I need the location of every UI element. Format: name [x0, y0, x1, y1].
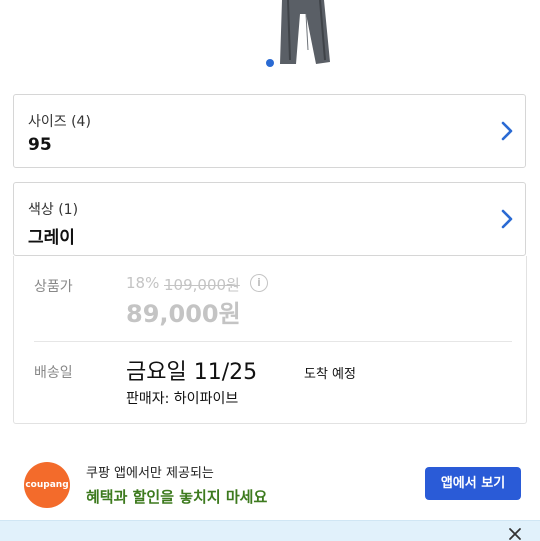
- color-option-label: 색상 (1): [28, 202, 79, 218]
- bottom-notice-bar: [0, 520, 540, 541]
- size-option-label: 사이즈 (4): [28, 114, 91, 130]
- delivery-label: 배송일: [34, 365, 73, 381]
- size-option-value: 95: [28, 135, 52, 155]
- coupang-logo-icon: coupang: [24, 462, 70, 508]
- product-image-area[interactable]: [0, 0, 540, 80]
- info-icon[interactable]: i: [250, 274, 268, 292]
- close-icon[interactable]: [508, 527, 522, 541]
- discount-rate: 18%: [126, 274, 160, 292]
- carousel-dot-active[interactable]: [266, 59, 274, 67]
- price-label: 상품가: [34, 279, 73, 295]
- pants-product-image: [280, 0, 330, 64]
- color-option-selector[interactable]: 색상 (1) 그레이: [13, 182, 526, 256]
- seller-name: 판매자: 하이파이브: [126, 391, 239, 407]
- price-delivery-card: 상품가 18% 109,000원 i 89,000원 배송일 금요일 11/25…: [13, 256, 527, 424]
- size-option-selector[interactable]: 사이즈 (4) 95: [13, 94, 526, 168]
- delivery-suffix: 도착 예정: [304, 367, 356, 382]
- delivery-date: 금요일 11/25: [126, 360, 258, 385]
- promo-line-1: 쿠팡 앱에서만 제공되는: [86, 466, 214, 481]
- chevron-right-icon: [501, 121, 513, 141]
- promo-line-2: 혜택과 할인을 놓치지 마세요: [86, 488, 268, 506]
- original-price: 109,000원: [164, 276, 240, 294]
- chevron-right-icon: [501, 209, 513, 229]
- open-in-app-button[interactable]: 앱에서 보기: [425, 467, 521, 500]
- divider: [34, 341, 512, 342]
- sale-price: 89,000원: [126, 300, 241, 328]
- color-option-value: 그레이: [28, 228, 75, 248]
